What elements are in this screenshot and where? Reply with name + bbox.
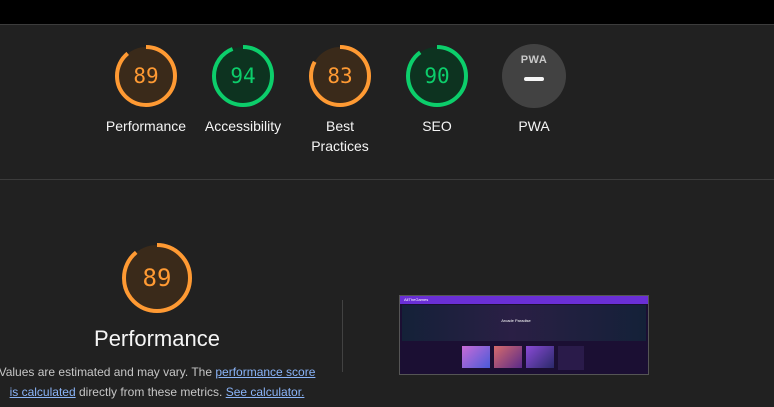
gauge-seo[interactable]: 90 SEO (385, 44, 489, 136)
pwa-badge-text: PWA (520, 54, 548, 66)
see-calculator-link[interactable]: See calculator. (226, 385, 305, 399)
gauge-best-practices[interactable]: 83 Best Practices (288, 44, 392, 156)
final-screenshot-thumbnail[interactable]: AllTheGames Arcade Paradise (399, 295, 649, 375)
gauge-score-accessibility: 94 (230, 64, 256, 88)
screenshot-hero-text: Arcade Paradise (501, 318, 531, 323)
performance-big-gauge: 89 (120, 241, 194, 315)
top-divider (0, 24, 774, 25)
performance-desc-text-2: directly from these metrics. (75, 385, 226, 399)
gauge-label-accessibility: Accessibility (204, 118, 282, 134)
screenshot-nav-bar: AllTheGames (400, 296, 648, 304)
gauge-pwa[interactable]: PWA PWA (502, 44, 566, 136)
pwa-badge-icon: PWA (502, 44, 566, 108)
screenshot-card-1 (462, 346, 490, 368)
gauge-label-performance: Performance (105, 118, 187, 134)
gauge-label-best-practices: Best Practices (311, 118, 369, 154)
section-divider (0, 179, 774, 180)
screenshot-card-3 (526, 346, 554, 368)
gauge-performance[interactable]: 89 Performance (94, 44, 198, 136)
performance-title: Performance (94, 326, 220, 351)
gauge-label-pwa: PWA (518, 118, 550, 134)
pwa-dash (524, 77, 544, 81)
screenshot-sidebar-box (558, 346, 584, 370)
gauge-score-best-practices: 83 (327, 64, 353, 88)
performance-desc-text-1: Values are estimated and may vary. The (0, 365, 216, 379)
screenshot-site-title: AllTheGames (404, 297, 429, 302)
gauge-score-performance: 89 (133, 64, 159, 88)
vertical-separator (342, 300, 343, 372)
gauge-ring-best-practices: 83 (308, 44, 372, 108)
gauge-label-seo: SEO (422, 118, 452, 134)
gauge-ring-performance: 89 (114, 44, 178, 108)
gauge-ring-accessibility: 94 (211, 44, 275, 108)
gauge-ring-seo: 90 (405, 44, 469, 108)
gauge-accessibility[interactable]: 94 Accessibility (191, 44, 295, 136)
performance-description: Values are estimated and may vary. The p… (0, 362, 318, 402)
top-bar (0, 0, 774, 24)
gauge-score-seo: 90 (424, 64, 450, 88)
performance-big-score: 89 (142, 264, 172, 292)
screenshot-card-2 (494, 346, 522, 368)
